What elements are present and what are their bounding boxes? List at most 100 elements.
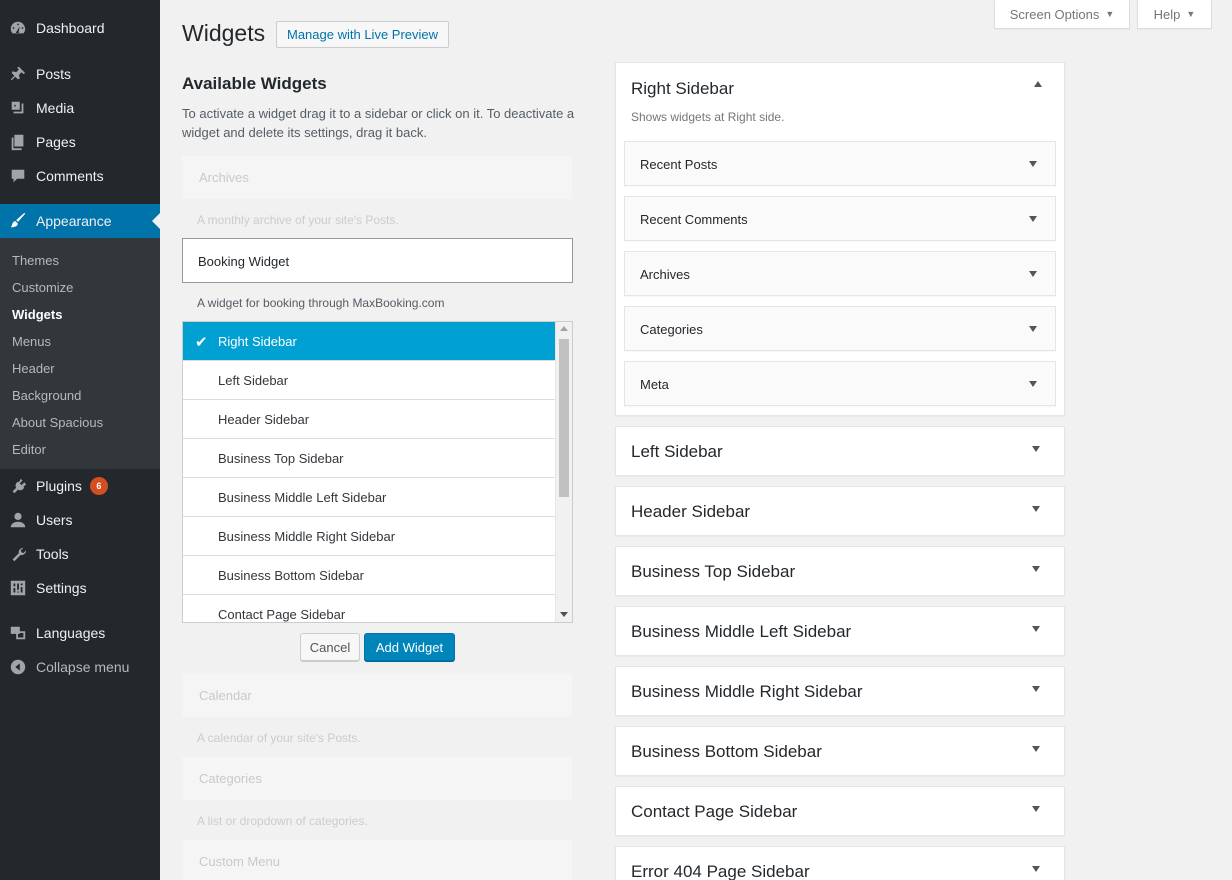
scrollbar-thumb[interactable] bbox=[559, 339, 569, 497]
widget-archives-title: Archives bbox=[199, 170, 249, 185]
chevron-down-icon: ▼ bbox=[1105, 9, 1115, 19]
chooser-item-header-sidebar[interactable]: Header Sidebar bbox=[183, 400, 556, 439]
screen-options-button[interactable]: Screen Options ▼ bbox=[994, 0, 1130, 29]
sidebar-title: Business Middle Left Sidebar bbox=[631, 622, 852, 641]
chevron-down-icon[interactable] bbox=[1032, 446, 1040, 452]
screen-options-label: Screen Options bbox=[1009, 6, 1100, 22]
sidebar-title: Contact Page Sidebar bbox=[631, 802, 798, 821]
sidebar-header[interactable]: Header Sidebar bbox=[615, 486, 1065, 536]
chevron-down-icon[interactable] bbox=[1029, 326, 1037, 332]
chevron-down-icon[interactable] bbox=[1029, 381, 1037, 387]
sidebar-title: Left Sidebar bbox=[631, 442, 723, 461]
cancel-button[interactable]: Cancel bbox=[300, 633, 360, 661]
sidebar-widget-meta[interactable]: Meta bbox=[624, 361, 1056, 406]
menu-plugins[interactable]: Plugins 6 bbox=[0, 469, 160, 503]
chooser-item-label: Header Sidebar bbox=[218, 411, 310, 427]
menu-dashboard[interactable]: Dashboard bbox=[0, 11, 160, 45]
chevron-down-icon[interactable] bbox=[1032, 746, 1040, 752]
scroll-down-icon[interactable] bbox=[560, 612, 568, 617]
chooser-item-label: Right Sidebar bbox=[218, 333, 297, 349]
sidebar-title: Business Middle Right Sidebar bbox=[631, 682, 863, 701]
sidebar-widget-recent-posts[interactable]: Recent Posts bbox=[624, 141, 1056, 186]
submenu-menus[interactable]: Menus bbox=[0, 328, 160, 355]
menu-languages[interactable]: Languages bbox=[0, 616, 160, 650]
chooser-item-business-middle-left-sidebar[interactable]: Business Middle Left Sidebar bbox=[183, 478, 556, 517]
sidebar-title: Business Bottom Sidebar bbox=[631, 742, 822, 761]
chooser-item-contact-page-sidebar[interactable]: Contact Page Sidebar bbox=[183, 595, 556, 622]
submenu-about-spacious[interactable]: About Spacious bbox=[0, 409, 160, 436]
chevron-down-icon[interactable] bbox=[1032, 806, 1040, 812]
widget-categories[interactable]: Categories bbox=[182, 757, 572, 800]
collapse-menu-button[interactable]: Collapse menu bbox=[0, 650, 160, 684]
menu-posts[interactable]: Posts bbox=[0, 57, 160, 91]
sidebar-title: Header Sidebar bbox=[631, 502, 751, 521]
chevron-down-icon[interactable] bbox=[1032, 626, 1040, 632]
submenu-editor[interactable]: Editor bbox=[0, 436, 160, 463]
sidebar-widget-recent-comments[interactable]: Recent Comments bbox=[624, 196, 1056, 241]
sidebar-business-top[interactable]: Business Top Sidebar bbox=[615, 546, 1065, 596]
widget-calendar-title: Calendar bbox=[199, 688, 252, 703]
right-sidebar-desc: Shows widgets at Right side. bbox=[631, 110, 785, 124]
widget-custom-menu[interactable]: Custom Menu bbox=[182, 840, 572, 880]
checkmark-icon: ✔ bbox=[195, 334, 208, 351]
chevron-down-icon[interactable] bbox=[1032, 566, 1040, 572]
chevron-down-icon[interactable] bbox=[1029, 216, 1037, 222]
menu-comments[interactable]: Comments bbox=[0, 159, 160, 193]
sidebar-widget-archives[interactable]: Archives bbox=[624, 251, 1056, 296]
menu-pages[interactable]: Pages bbox=[0, 125, 160, 159]
submenu-background[interactable]: Background bbox=[0, 382, 160, 409]
chooser-item-business-top-sidebar[interactable]: Business Top Sidebar bbox=[183, 439, 556, 478]
menu-tools-label: Tools bbox=[36, 546, 69, 562]
chooser-item-business-bottom-sidebar[interactable]: Business Bottom Sidebar bbox=[183, 556, 556, 595]
chevron-down-icon[interactable] bbox=[1032, 866, 1040, 872]
menu-settings[interactable]: Settings bbox=[0, 571, 160, 605]
dashboard-icon bbox=[0, 19, 36, 37]
chooser-scrollbar[interactable] bbox=[555, 322, 572, 622]
widget-categories-title: Categories bbox=[199, 771, 262, 786]
sidebar-widget-categories[interactable]: Categories bbox=[624, 306, 1056, 351]
chevron-down-icon[interactable] bbox=[1032, 686, 1040, 692]
menu-plugins-label: Plugins bbox=[36, 478, 82, 494]
chevron-down-icon[interactable] bbox=[1032, 506, 1040, 512]
submenu-customize[interactable]: Customize bbox=[0, 274, 160, 301]
sidebar-widget-label: Meta bbox=[640, 377, 669, 392]
manage-live-preview-button[interactable]: Manage with Live Preview bbox=[276, 21, 450, 48]
help-label: Help bbox=[1153, 6, 1181, 22]
sidebar-widget-label: Categories bbox=[640, 322, 703, 337]
pushpin-icon bbox=[0, 65, 36, 83]
menu-settings-label: Settings bbox=[36, 580, 87, 596]
chooser-item-left-sidebar[interactable]: Left Sidebar bbox=[183, 361, 556, 400]
chevron-down-icon[interactable] bbox=[1029, 161, 1037, 167]
widget-booking-title: Booking Widget bbox=[198, 254, 290, 269]
chooser-item-label: Contact Page Sidebar bbox=[218, 606, 346, 622]
menu-pages-label: Pages bbox=[36, 134, 76, 150]
sidebar-error-404-page[interactable]: Error 404 Page Sidebar bbox=[615, 846, 1065, 880]
chevron-down-icon[interactable] bbox=[1029, 271, 1037, 277]
widget-calendar[interactable]: Calendar bbox=[182, 674, 572, 717]
menu-appearance[interactable]: Appearance bbox=[0, 204, 160, 238]
sidebar-chooser-list[interactable]: ✔ Right Sidebar Left Sidebar Header Side… bbox=[182, 321, 573, 623]
help-button[interactable]: Help ▼ bbox=[1137, 0, 1212, 29]
menu-tools[interactable]: Tools bbox=[0, 537, 160, 571]
chevron-up-icon[interactable] bbox=[1034, 81, 1042, 87]
menu-media[interactable]: Media bbox=[0, 91, 160, 125]
sidebar-widget-label: Recent Posts bbox=[640, 157, 718, 172]
widget-booking[interactable]: Booking Widget bbox=[182, 238, 573, 283]
submenu-header[interactable]: Header bbox=[0, 355, 160, 382]
submenu-widgets[interactable]: Widgets bbox=[0, 301, 160, 328]
chooser-item-right-sidebar[interactable]: ✔ Right Sidebar bbox=[183, 322, 556, 361]
chooser-item-business-middle-right-sidebar[interactable]: Business Middle Right Sidebar bbox=[183, 517, 556, 556]
menu-users[interactable]: Users bbox=[0, 503, 160, 537]
add-widget-button[interactable]: Add Widget bbox=[364, 633, 455, 661]
sidebar-business-middle-right[interactable]: Business Middle Right Sidebar bbox=[615, 666, 1065, 716]
sidebar-left[interactable]: Left Sidebar bbox=[615, 426, 1065, 476]
submenu-themes[interactable]: Themes bbox=[0, 247, 160, 274]
right-sidebar-title[interactable]: Right Sidebar bbox=[631, 79, 734, 99]
widget-archives[interactable]: Archives bbox=[182, 156, 572, 199]
sidebar-business-bottom[interactable]: Business Bottom Sidebar bbox=[615, 726, 1065, 776]
sidebar-contact-page[interactable]: Contact Page Sidebar bbox=[615, 786, 1065, 836]
sidebar-business-middle-left[interactable]: Business Middle Left Sidebar bbox=[615, 606, 1065, 656]
collapse-menu-label: Collapse menu bbox=[36, 659, 130, 675]
scroll-up-icon[interactable] bbox=[560, 326, 568, 331]
chooser-item-label: Business Top Sidebar bbox=[218, 450, 344, 466]
